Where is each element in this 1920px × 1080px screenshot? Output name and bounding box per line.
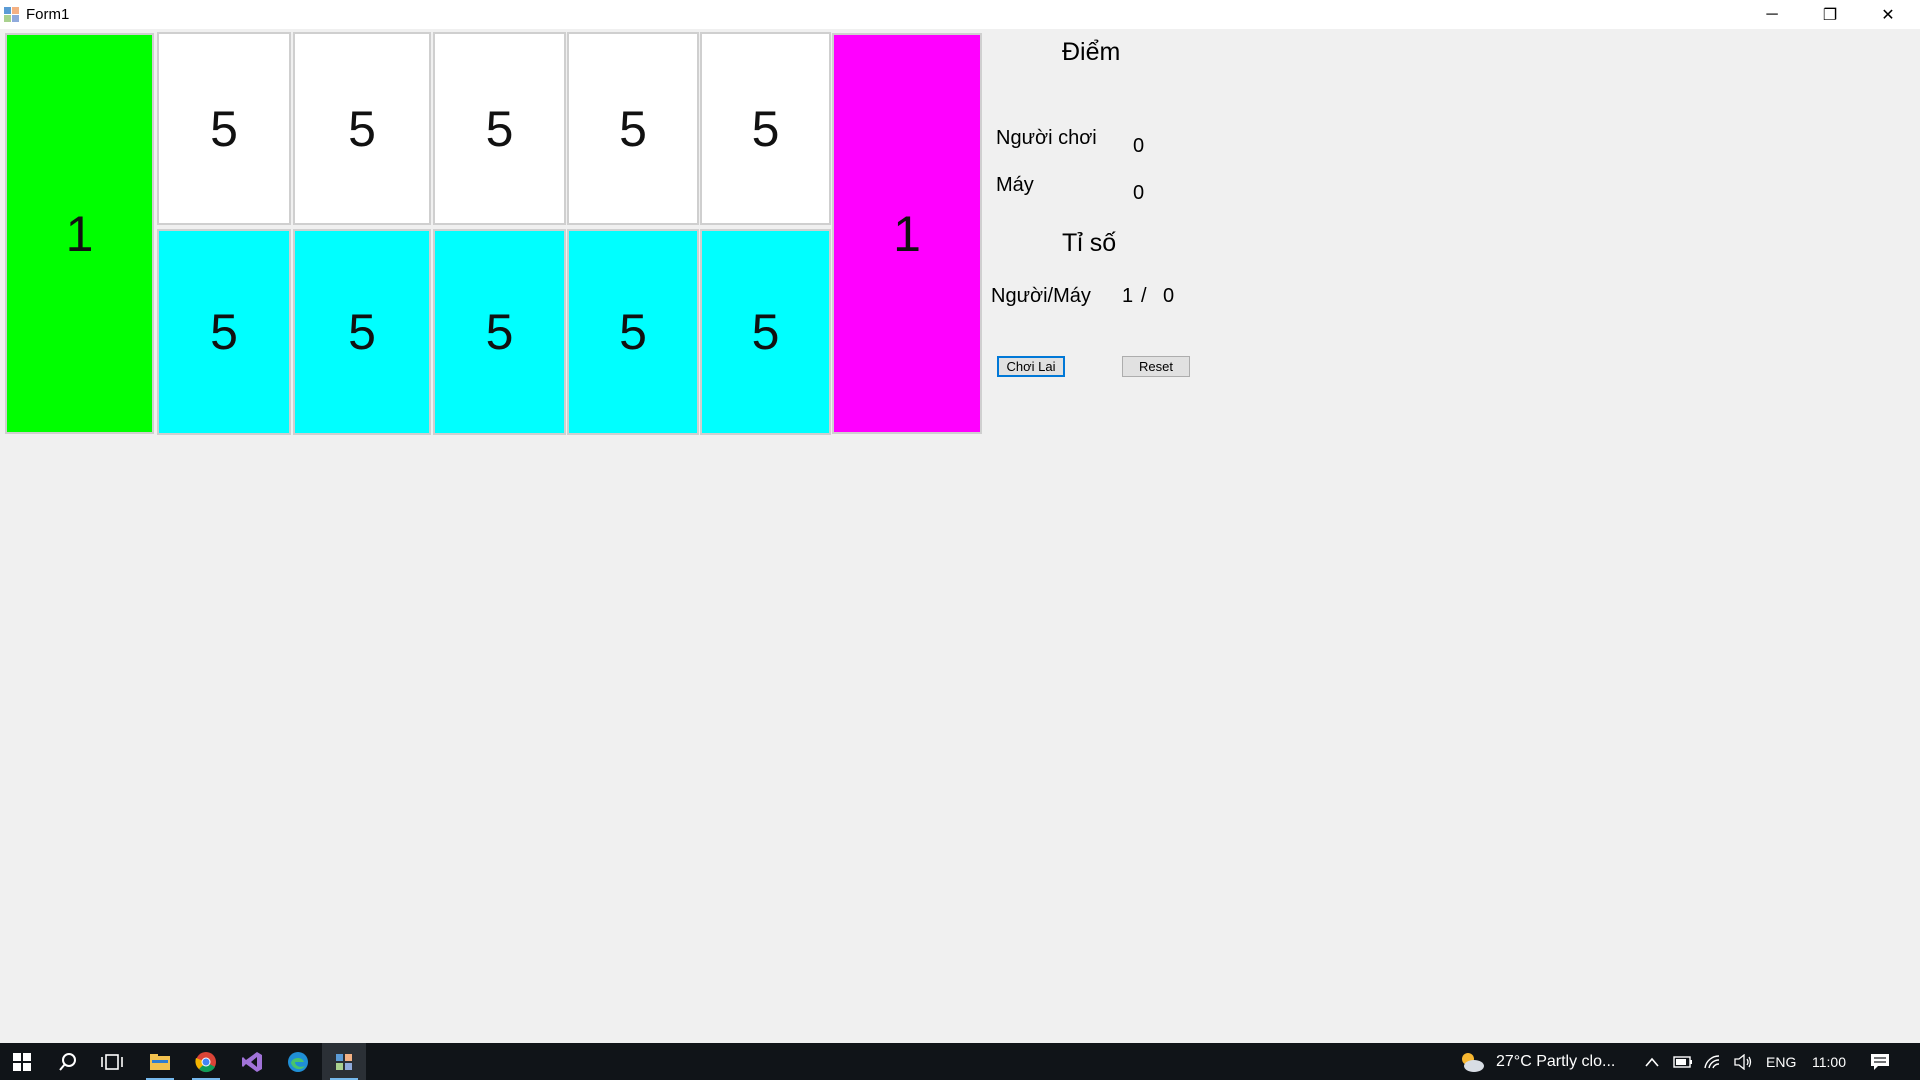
- window-title: Form1: [26, 6, 70, 23]
- right-store[interactable]: 1: [832, 33, 982, 434]
- battery-icon[interactable]: [1670, 1043, 1696, 1080]
- volume-icon[interactable]: [1730, 1043, 1756, 1080]
- ratio-label: Người/Máy: [991, 285, 1091, 307]
- edge-icon[interactable]: [276, 1043, 320, 1080]
- bottom-pit-1[interactable]: 5: [157, 229, 291, 435]
- form-app-icon[interactable]: [322, 1043, 366, 1080]
- reset-button[interactable]: Reset: [1122, 356, 1190, 377]
- wifi-icon[interactable]: [1700, 1043, 1726, 1080]
- search-icon[interactable]: [46, 1043, 90, 1080]
- restore-button[interactable]: ❐: [1801, 0, 1859, 29]
- top-pit-1[interactable]: 5: [157, 32, 291, 225]
- bottom-pit-3[interactable]: 5: [433, 229, 566, 435]
- weather-icon[interactable]: [1452, 1043, 1492, 1080]
- top-pit-5[interactable]: 5: [700, 32, 831, 225]
- restore-icon: ❐: [1822, 6, 1838, 24]
- top-pit-4[interactable]: 5: [567, 32, 699, 225]
- clock[interactable]: 11:00: [1812, 1043, 1846, 1080]
- minimize-icon: ─: [1766, 5, 1778, 23]
- bottom-pit-2[interactable]: 5: [293, 229, 431, 435]
- weather-text[interactable]: 27°C Partly clo...: [1496, 1043, 1615, 1080]
- title-bar: Form1 ─ ❐ ✕: [0, 0, 1920, 29]
- computer-score: 0: [1133, 182, 1145, 204]
- ratio-player: 1: [1122, 285, 1134, 307]
- language-indicator[interactable]: ENG: [1766, 1043, 1796, 1080]
- task-view-icon[interactable]: [90, 1043, 134, 1080]
- file-explorer-icon[interactable]: [138, 1043, 182, 1080]
- top-pit-2[interactable]: 5: [293, 32, 431, 225]
- replay-button[interactable]: Chơi Lai: [997, 356, 1065, 377]
- notifications-icon[interactable]: [1858, 1043, 1902, 1080]
- taskbar: 27°C Partly clo... ENG 11:00: [0, 1043, 1920, 1080]
- bottom-pit-4[interactable]: 5: [567, 229, 699, 435]
- player-score: 0: [1133, 135, 1145, 157]
- close-button[interactable]: ✕: [1859, 0, 1917, 29]
- ratio-separator: /: [1141, 285, 1147, 307]
- close-icon: ✕: [1881, 6, 1895, 24]
- left-store[interactable]: 1: [5, 33, 154, 434]
- ratio-computer: 0: [1163, 285, 1175, 307]
- windows-start-icon[interactable]: [0, 1043, 44, 1080]
- player-label: Người chơi: [996, 127, 1097, 149]
- minimize-button[interactable]: ─: [1743, 0, 1801, 29]
- visual-studio-icon[interactable]: [230, 1043, 274, 1080]
- app-icon: [4, 6, 20, 23]
- computer-label: Máy: [996, 174, 1034, 196]
- score-heading: Điểm: [1062, 38, 1121, 66]
- chevron-up-icon[interactable]: [1640, 1043, 1664, 1080]
- ratio-heading: Tỉ số: [1062, 229, 1117, 257]
- top-pit-3[interactable]: 5: [433, 32, 566, 225]
- chrome-icon[interactable]: [184, 1043, 228, 1080]
- bottom-pit-5[interactable]: 5: [700, 229, 831, 435]
